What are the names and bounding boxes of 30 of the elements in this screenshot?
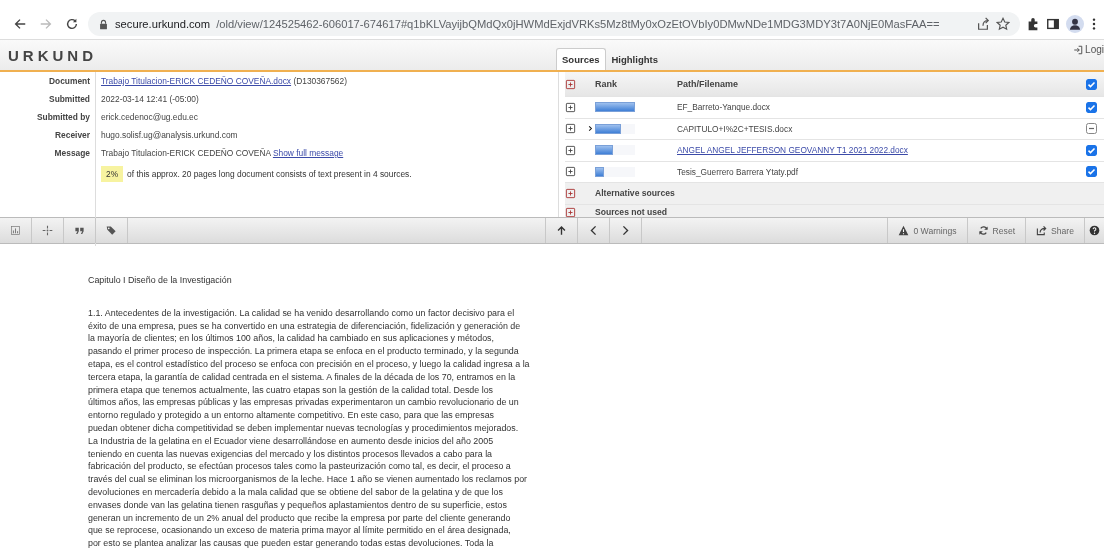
warnings-button[interactable]: 0 Warnings — [887, 218, 968, 243]
source-filename: CAPITULO+I%2C+TESIS.docx — [677, 123, 793, 134]
source-filename: Tesis_Guerrero Barrera Ytaty.pdf — [677, 166, 798, 177]
summary-text: of this approx. 20 pages long document consists of text present in 4 sources. — [127, 169, 412, 179]
document-link[interactable]: Trabajo Titulacion-ERICK CEDEÑO COVEÑA.docx — [101, 76, 292, 86]
document-id: (D130367562) — [293, 76, 347, 86]
column-header: Rank — [595, 79, 618, 89]
document-heading: Capitulo I Diseño de la Investigación — [88, 274, 233, 287]
field-label: Submitted — [0, 90, 96, 108]
address-bar[interactable]: secure.urkund.com /old/view/124525462-606017-674617#q1bKLVayijbQMdQx0jHWMdExjdVRKs5Mz8tMy0xOzEtOVbIy0DMwNDe1MDG3MDY3t7A0NjE0MasFAA== — [88, 12, 1020, 36]
document-paragraph: 1.1. Antecedentes de la investigación. La calidad se ha venido desarrollando como un factor decisivo para el éxito de una empresa, pues se ha convertido en una estrategia de diferenciación, fidelización y generación de la mayoría de clientes; en los últimos 100 años, la calidad ha cambiado en sus aplicaciones y métodos, pasando el primer proceso de inspección. La primera etapa se enfoca en el producto terminado, y la segunda etapa, es el control estadístico del proceso se enfoca con precisión en el proceso, y luego la calidad ingresa a la tercera etapa, la garantía de calidad centrada en el sistema. A finales de la década de los 70, entramos en la primera etapa que tenemos actualmente, las cuatro etapas son la gestión de la calidad total. Desde los últimos años, las empresas públicas y las empresas privadas experimentaron un cambio revolucionario de un entorno regulado y protegido a un entorno altamente competitivo. En este caso, para que las empresas puedan obtener dicha competitividad se deben implementar nuevas tecnologías y procedimientos mejorados. La Industria de la gelatina en el Ecuador viene desarrollándose en aumento desde inicios del año 2005 teniendo en cuenta las nuevas exigencias del mercado y los distintos procesos llevados a cabo para la fabricación del producto, se efectúan procesos tales como la pasteurización como tal, es decir, el proceso a través del cual se eliminan los microorganismos de la leche. Hace 1 año se vienen aumentado los reclamos por devoluciones en mercadería debido a la mala calidad que se obtiene del sabor de la gelatina y de que los envases donde van las gelatina tienen rasguñas y pequeños aplastamientos dentro de su superficie, estos generan un incremento de un 2% anual del producto que recibe la empresa por parte del cliente generando que se reprocese, ocasionando un exceso de materia prima mayor al límite permitido en el área designada, por esto se plantea analizar las causas que pueden estar generando todas estas devoluciones. Toda la — [88, 306, 531, 550]
share-button[interactable]: Share — [1026, 218, 1085, 243]
field-label: Submitted by — [0, 108, 96, 126]
field-value: erick.cedenoc@ug.edu.ec — [101, 112, 198, 122]
login-link[interactable]: Logi — [1085, 44, 1104, 55]
source-link[interactable]: ANGEL ANGEL JEFFERSON GEOVANNY T1 2021 2022.docx — [677, 145, 908, 156]
field-label: Receiver — [0, 126, 96, 144]
column-header: Path/Filename — [677, 79, 740, 89]
reset-button[interactable]: Reset — [967, 218, 1027, 243]
app-logo: URKUND — [7, 47, 98, 66]
tab[interactable]: Highlights — [605, 48, 664, 70]
field-label: Document — [0, 72, 96, 90]
tab[interactable]: Sources — [556, 48, 606, 70]
show-message-link[interactable]: Show full message — [272, 148, 344, 158]
source-filename: EF_Barreto-Yanque.docx — [677, 102, 770, 113]
field-value: 2022-03-14 12:41 (-05:00) — [101, 94, 199, 104]
field-value: hugo.solisf.ug@analysis.urkund.com — [101, 130, 238, 140]
field-value: Trabajo Titulacion-ERICK CEDEÑO COVEÑA — [101, 148, 271, 158]
match-percentage: 2% — [101, 166, 124, 182]
field-label: Message — [0, 144, 96, 162]
